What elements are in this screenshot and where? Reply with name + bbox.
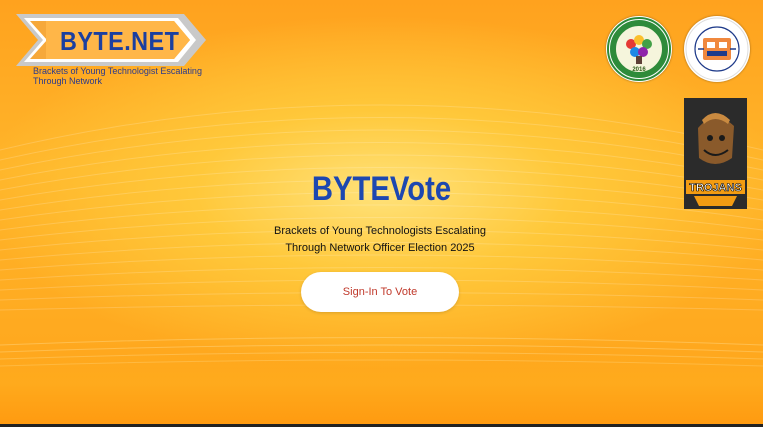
seal-year: 2016 [632,67,646,73]
floor-glow [0,347,763,427]
sign-in-button[interactable]: Sign-In To Vote [301,272,459,312]
page-subtitle: Brackets of Young Technologists Escalati… [274,225,486,254]
brand-title: BYTE.NET [60,26,180,56]
school-seal-logo: 2016 [606,16,672,82]
brand-banner: BYTE.NET [16,14,206,66]
page-title: BYTEVote [311,170,452,208]
brand-subtitle: Brackets of Young Technologist Escalatin… [33,66,202,86]
landing-page: BYTE.NET Brackets of Young Technologist … [0,0,763,427]
bytenet-logo [684,16,750,82]
